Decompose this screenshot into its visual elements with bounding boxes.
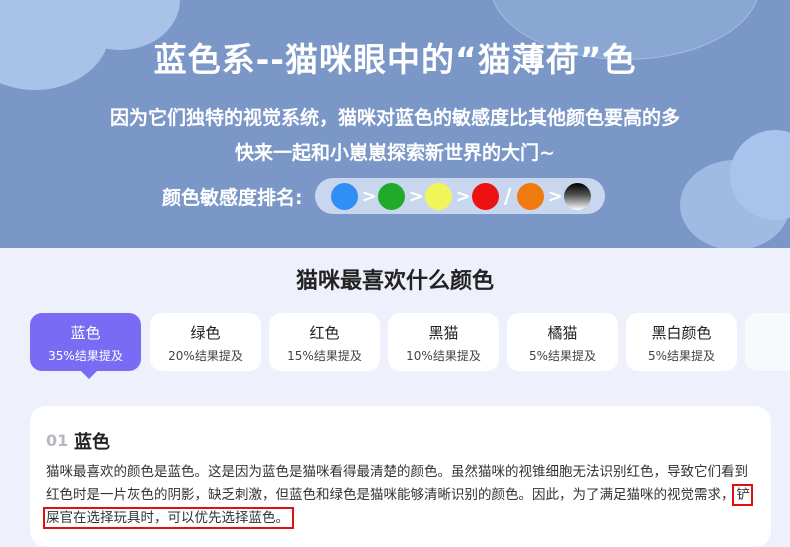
tab-percentage: 5%结果提及 [647,349,716,363]
rank-pill: > > > / > [314,178,605,214]
color-dot-icon [516,182,544,210]
hero-subtitle: 快来一起和小崽崽探索新世界的大门~ [235,142,555,164]
card-title: 蓝色 [74,432,110,453]
color-dot-icon [424,182,452,210]
tab-label: 黑白颜色 [651,324,712,342]
color-dot-icon [377,182,405,210]
rank-separator: > [547,185,563,207]
tab-percentage: 15%结果提及 [287,349,362,363]
color-dot-icon [471,182,499,210]
card-body-text: 猫咪最喜欢的颜色是蓝色。这是因为蓝色是猫咪看得最清楚的颜色。虽然猫咪的视锥细胞无… [46,464,748,503]
tab-label: 绿色 [190,324,221,342]
active-tab-pointer [80,370,98,379]
color-dot-icon [563,182,591,210]
rank-label: 颜色敏感度排名: [162,186,303,209]
tab-color-option[interactable]: 黑猫 10%结果提及 [388,313,499,371]
rank-separator: > [408,185,424,207]
tab-color-option[interactable]: 橘猫 5%结果提及 [507,313,618,371]
color-tabs: 蓝色 35%结果提及 绿色 20%结果提及 红色 15%结果提及 黑猫 10%结果提及 橘猫 5%… [30,313,790,375]
card-number: 01 [46,431,69,450]
hero-subtitle: 因为它们独特的视觉系统，猫咪对蓝色的敏感度比其他颜色要高的多 [109,107,680,129]
tab-color-option[interactable]: 红色 15%结果提及 [269,313,380,371]
tab-color-option-partial[interactable] [745,313,790,371]
tab-percentage: 10%结果提及 [406,349,481,363]
tab-label: 蓝色 [70,324,101,342]
color-detail-card: 01 蓝色 猫咪最喜欢的颜色是蓝色。这是因为蓝色是猫咪看得最清楚的颜色。虽然猫咪… [30,406,771,547]
tab-percentage: 20%结果提及 [168,349,243,363]
rank-separator: > [361,185,377,207]
tab-percentage: 5%结果提及 [528,349,597,363]
tab-label: 橘猫 [547,324,578,342]
tab-label: 红色 [309,324,340,342]
rank-separator: / [503,184,512,208]
tab-color-option[interactable]: 绿色 20%结果提及 [150,313,261,371]
tab-color-option[interactable]: 蓝色 35%结果提及 [30,313,141,371]
color-rank-row: 颜色敏感度排名: > > > / > [162,178,605,214]
tab-label: 黑猫 [428,324,459,342]
section-title: 猫咪最喜欢什么颜色 [295,269,494,294]
tab-percentage: 35%结果提及 [48,349,123,363]
color-dot-icon [330,182,358,210]
tab-color-option[interactable]: 黑白颜色 5%结果提及 [626,313,737,371]
card-body: 猫咪最喜欢的颜色是蓝色。这是因为蓝色是猫咪看得最清楚的颜色。虽然猫咪的视锥细胞无… [43,461,758,530]
rank-separator: > [455,185,471,207]
page-title: 蓝色系--猫咪眼中的“猫薄荷”色 [153,40,637,79]
hero-banner: 蓝色系--猫咪眼中的“猫薄荷”色 因为它们独特的视觉系统，猫咪对蓝色的敏感度比其… [0,0,790,248]
